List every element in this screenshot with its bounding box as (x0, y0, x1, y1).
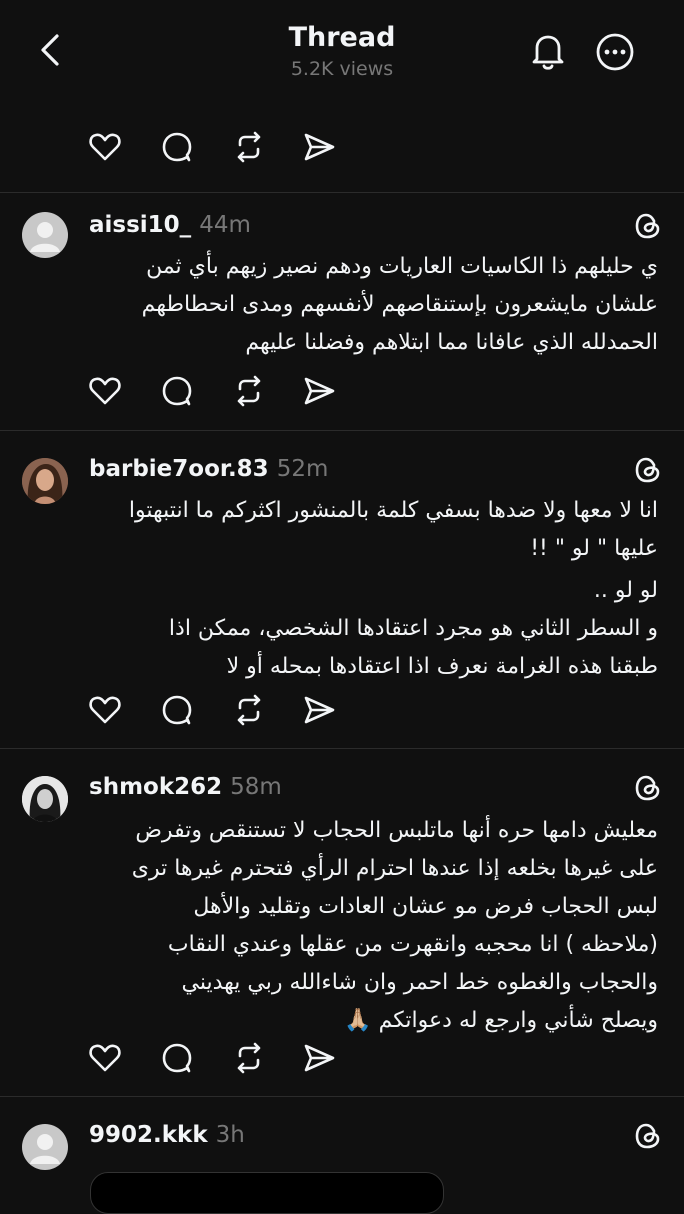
username-text[interactable]: aissi10_ (89, 212, 191, 238)
username[interactable]: barbie7oor.83 52m (89, 456, 328, 482)
username-text[interactable]: barbie7oor.83 (89, 456, 269, 482)
threads-logo-icon (635, 775, 660, 801)
view-count: 5.2K views (290, 58, 394, 80)
threads-logo-icon (635, 1123, 660, 1149)
top-bar: Thread 5.2K views (0, 0, 684, 104)
post-line: الحمدلله الذي عافانا مما ابتلاهم وفضلنا … (245, 330, 658, 355)
post-line: ويصلح شأني وارجع له دعواتكم 🙏🏼 (344, 1008, 658, 1033)
comment-icon[interactable] (160, 130, 194, 164)
post-line: (ملاحظه ) انا محجبه وانقهرت من عقلها وعن… (167, 932, 658, 957)
share-icon[interactable] (302, 1041, 336, 1075)
post-line: طبقنا هذه الغرامة نعرف اذا اعتقادها بمحل… (226, 654, 658, 679)
repost-icon[interactable] (232, 1041, 266, 1075)
avatar[interactable] (22, 776, 68, 822)
threads-logo-icon (635, 213, 660, 239)
heart-icon[interactable] (88, 130, 122, 164)
post-line: ي حليلهم ذا الكاسيات العاريات ودهم نصير … (146, 254, 658, 279)
avatar[interactable] (22, 212, 68, 258)
divider (0, 1096, 684, 1097)
post-actions (88, 1041, 348, 1075)
bell-icon[interactable] (528, 30, 568, 72)
post-actions (88, 374, 348, 408)
post-actions (88, 130, 348, 164)
post-time: 58m (230, 774, 282, 800)
post-line: انا لا معها ولا ضدها بسفي كلمة بالمنشور … (128, 498, 658, 523)
username[interactable]: shmok262 58m (89, 774, 282, 800)
post-actions (88, 693, 348, 727)
post-line: لو لو .. (593, 578, 658, 603)
post-media[interactable] (90, 1172, 444, 1214)
post-line: على غيرها بخلعه إذا عندها احترام الرأي ف… (131, 856, 658, 881)
share-icon[interactable] (302, 693, 336, 727)
post-text: انا لا معها ولا ضدها بسفي كلمة بالمنشور … (86, 492, 658, 686)
share-icon[interactable] (302, 374, 336, 408)
post-time: 3h (215, 1122, 245, 1148)
repost-icon[interactable] (232, 693, 266, 727)
post-line: معليش دامها حره أنها ماتلبس الحجاب لا تس… (135, 818, 658, 843)
heart-icon[interactable] (88, 1041, 122, 1075)
comment-icon[interactable] (160, 1041, 194, 1075)
post-line: والحجاب والغطوه خط احمر وان شاءالله ربي … (181, 970, 658, 995)
comment-icon[interactable] (160, 693, 194, 727)
repost-icon[interactable] (232, 374, 266, 408)
more-options-icon[interactable] (595, 32, 635, 72)
post-line: عليها " لو " !! (530, 536, 658, 561)
divider (0, 430, 684, 431)
post-line: لبس الحجاب فرض مو عشان العادات وتقليد وا… (193, 894, 658, 919)
avatar[interactable] (22, 1124, 68, 1170)
threads-logo-icon (635, 457, 660, 483)
post-line: و السطر الثاني هو مجرد اعتقادها الشخصي، … (168, 616, 658, 641)
username[interactable]: 9902.kkk 3h (89, 1122, 245, 1148)
avatar[interactable] (22, 458, 68, 504)
divider (0, 748, 684, 749)
share-icon[interactable] (302, 130, 336, 164)
post-time: 52m (276, 456, 329, 482)
username-text[interactable]: shmok262 (89, 774, 222, 800)
repost-icon[interactable] (232, 130, 266, 164)
username[interactable]: aissi10_ 44m (89, 212, 251, 238)
divider (0, 192, 684, 193)
page-title: Thread (288, 22, 396, 53)
post-time: 44m (199, 212, 251, 238)
post-line: علشان مايشعرون بإستنقاصهم لأنفسهم ومدى ا… (141, 292, 658, 317)
heart-icon[interactable] (88, 374, 122, 408)
post-text: ي حليلهم ذا الكاسيات العاريات ودهم نصير … (86, 248, 658, 362)
username-text[interactable]: 9902.kkk (89, 1122, 208, 1148)
comment-icon[interactable] (160, 374, 194, 408)
heart-icon[interactable] (88, 693, 122, 727)
post-text: معليش دامها حره أنها ماتلبس الحجاب لا تس… (86, 812, 658, 1040)
